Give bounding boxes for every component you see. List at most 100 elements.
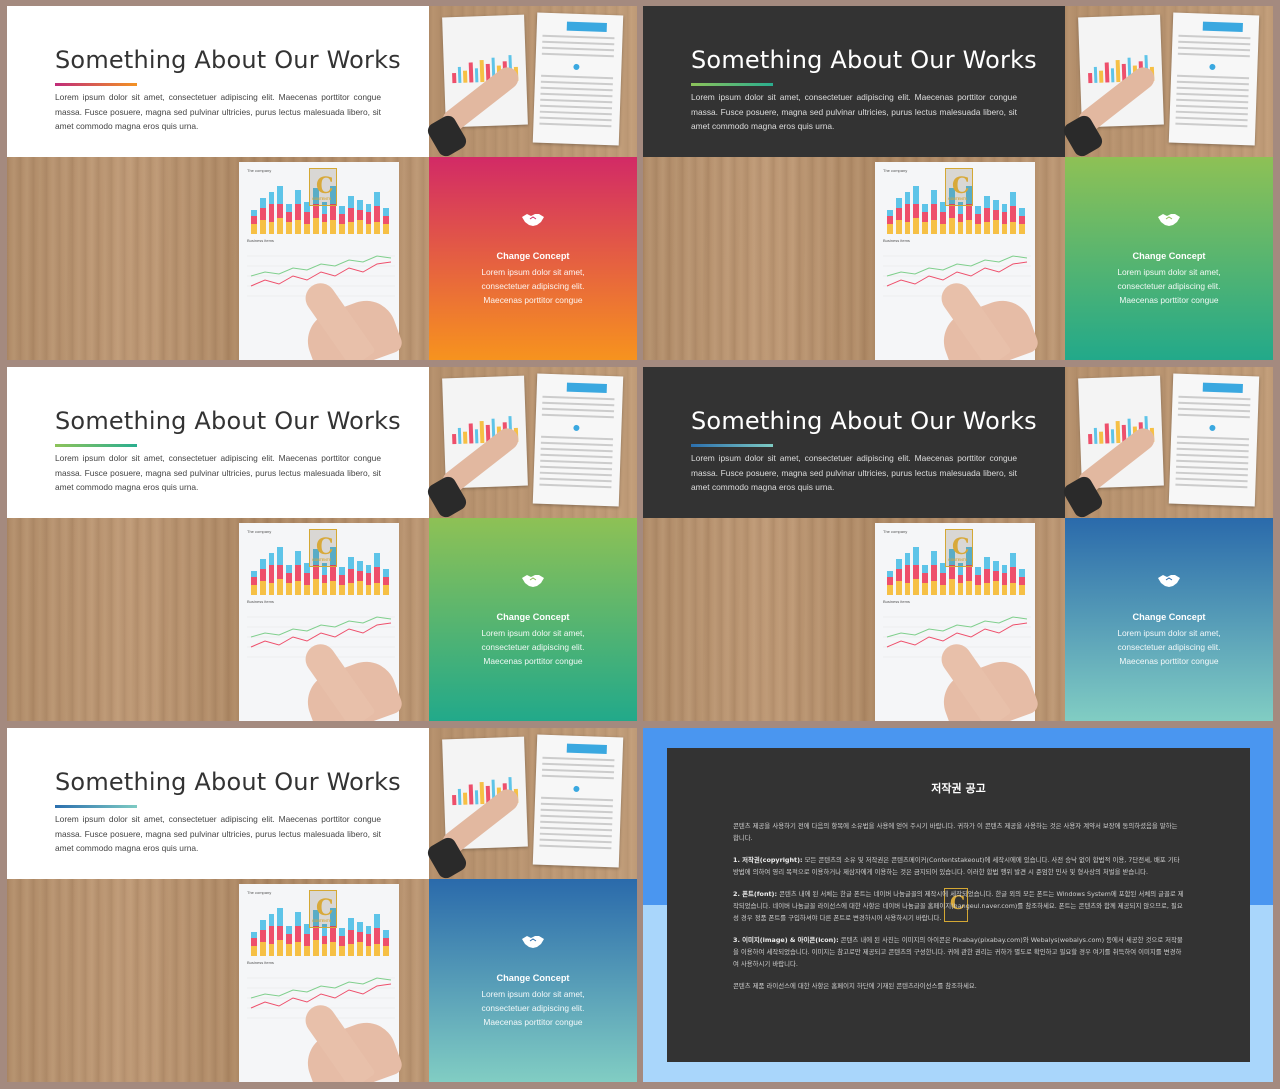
mini-bar [479, 60, 485, 83]
paper-text-line [1175, 477, 1248, 483]
resume-paper [1168, 373, 1260, 507]
handshake-icon [522, 936, 544, 948]
chart-bar [913, 186, 920, 234]
slide-2: Something About Our Works Lorem ipsum dol… [643, 6, 1273, 360]
logo-text: CONTENTS [312, 197, 332, 201]
chart-bar [383, 930, 389, 956]
resume-paper [532, 12, 624, 146]
concept-title: Change Concept [1132, 251, 1206, 261]
chart-bar [303, 202, 310, 234]
title-panel [7, 6, 429, 157]
mini-bar [1099, 431, 1104, 444]
mini-bar [1093, 66, 1098, 83]
chart-bar [983, 557, 990, 595]
slide-3: Something About Our Works Lorem ipsum dol… [7, 367, 637, 721]
chart-bar [259, 559, 266, 595]
chart-bar [347, 918, 354, 956]
mini-bar [1115, 60, 1121, 83]
paper-text-line [1176, 80, 1249, 86]
paper-text-line [1178, 407, 1251, 413]
concept-panel: Change Concept Lorem ipsum dolor sit amet… [429, 879, 637, 1082]
paper-text-line [540, 98, 613, 104]
paper-label-2: Business items [883, 599, 910, 604]
contents-logo-icon: C CONTENTS [309, 529, 337, 567]
chart-bar [931, 190, 937, 234]
concept-line-1: Lorem ipsum dolor sit amet, [1117, 628, 1221, 638]
paper-text-line [540, 802, 613, 808]
mini-bar [1099, 70, 1104, 83]
paper-text-line [540, 447, 613, 453]
concept-panel: Change Concept Lorem ipsum dolor sit amet… [429, 157, 637, 360]
chart-bar [992, 200, 999, 234]
chart-bar [957, 563, 964, 595]
title-underline [691, 83, 773, 86]
logo-letter: C [316, 895, 334, 921]
paper-text-line [541, 796, 614, 802]
paper-text-line [542, 34, 615, 40]
paper-text-line [1176, 447, 1249, 453]
chart-bar [922, 204, 929, 234]
paper-text-line [539, 477, 612, 483]
paper-text-line [1176, 465, 1249, 471]
notice-box: 저작권 공고 C 콘텐츠 제공을 사용하기 전에 다음의 항목에 소유법을 사용… [667, 748, 1250, 1062]
paper-text-line [1176, 459, 1249, 465]
concept-line-3: Maecenas porttitor congue [483, 656, 583, 666]
concept-line-3: Maecenas porttitor congue [483, 1017, 583, 1027]
chart-bar [904, 192, 911, 234]
resume-paper [532, 373, 624, 507]
paper-text-line [541, 74, 614, 80]
paper-text-line [1177, 52, 1250, 58]
paper-text-line [1175, 471, 1248, 477]
contents-logo-icon: C CONTENTS [309, 168, 337, 206]
paper-text-line [1178, 46, 1251, 52]
paper-text-line [1177, 435, 1250, 441]
paper-label: The company [247, 168, 272, 173]
chart-bar [321, 202, 328, 234]
chart-bar [374, 553, 381, 595]
mini-bar [479, 421, 485, 444]
chart-bar [975, 567, 981, 595]
chart-bar [1001, 204, 1008, 234]
chart-bar [339, 567, 345, 595]
paper-text-line [541, 435, 614, 441]
chart-bar [251, 210, 257, 234]
paper-text-line [1178, 401, 1251, 407]
paper-text-line [539, 844, 612, 850]
paper-text-line [542, 768, 615, 774]
paper-text-line [539, 122, 612, 128]
mini-bar [468, 62, 474, 83]
chart-bar [295, 551, 301, 595]
chart-bar [286, 926, 293, 956]
logo-text: CONTENTS [948, 558, 968, 562]
chart-bar [259, 198, 266, 234]
paper-text-line [1178, 395, 1251, 401]
contents-logo-icon: C CONTENTS [309, 890, 337, 928]
paper-text-line [1176, 92, 1249, 98]
logo-letter: C [316, 173, 334, 199]
notice-copyright: 1. 저작권(copyright): 모든 콘텐츠의 소유 및 저작권은 콘텐츠… [733, 854, 1185, 878]
concept-line-3: Maecenas porttitor congue [1119, 656, 1219, 666]
logo-text: CONTENTS [312, 558, 332, 562]
chart-bar [356, 200, 363, 234]
paper-label: The company [883, 168, 908, 173]
mini-bar [463, 792, 468, 805]
paper-text-line [540, 820, 613, 826]
chart-bar [931, 551, 937, 595]
paper-text-line [1178, 40, 1251, 46]
slide-title: Something About Our Works [55, 407, 401, 435]
mini-bar [1093, 427, 1098, 444]
resume-paper [532, 734, 624, 868]
concept-title: Change Concept [496, 612, 570, 622]
concept-panel: Change Concept Lorem ipsum dolor sit amet… [1065, 518, 1273, 721]
mini-bar [1115, 421, 1121, 444]
copyright-notice-slide: 저작권 공고 C 콘텐츠 제공을 사용하기 전에 다음의 항목에 소유법을 사용… [643, 728, 1273, 1082]
slide-4: Something About Our Works Lorem ipsum dol… [643, 367, 1273, 721]
paper-label: The company [883, 529, 908, 534]
chart-bar [383, 208, 389, 234]
chart-bar [1001, 565, 1008, 595]
paper-text-line [540, 453, 613, 459]
paper-label-2: Business items [247, 238, 274, 243]
mini-bar [474, 429, 479, 444]
chart-bar [268, 192, 275, 234]
title-underline [55, 83, 137, 86]
